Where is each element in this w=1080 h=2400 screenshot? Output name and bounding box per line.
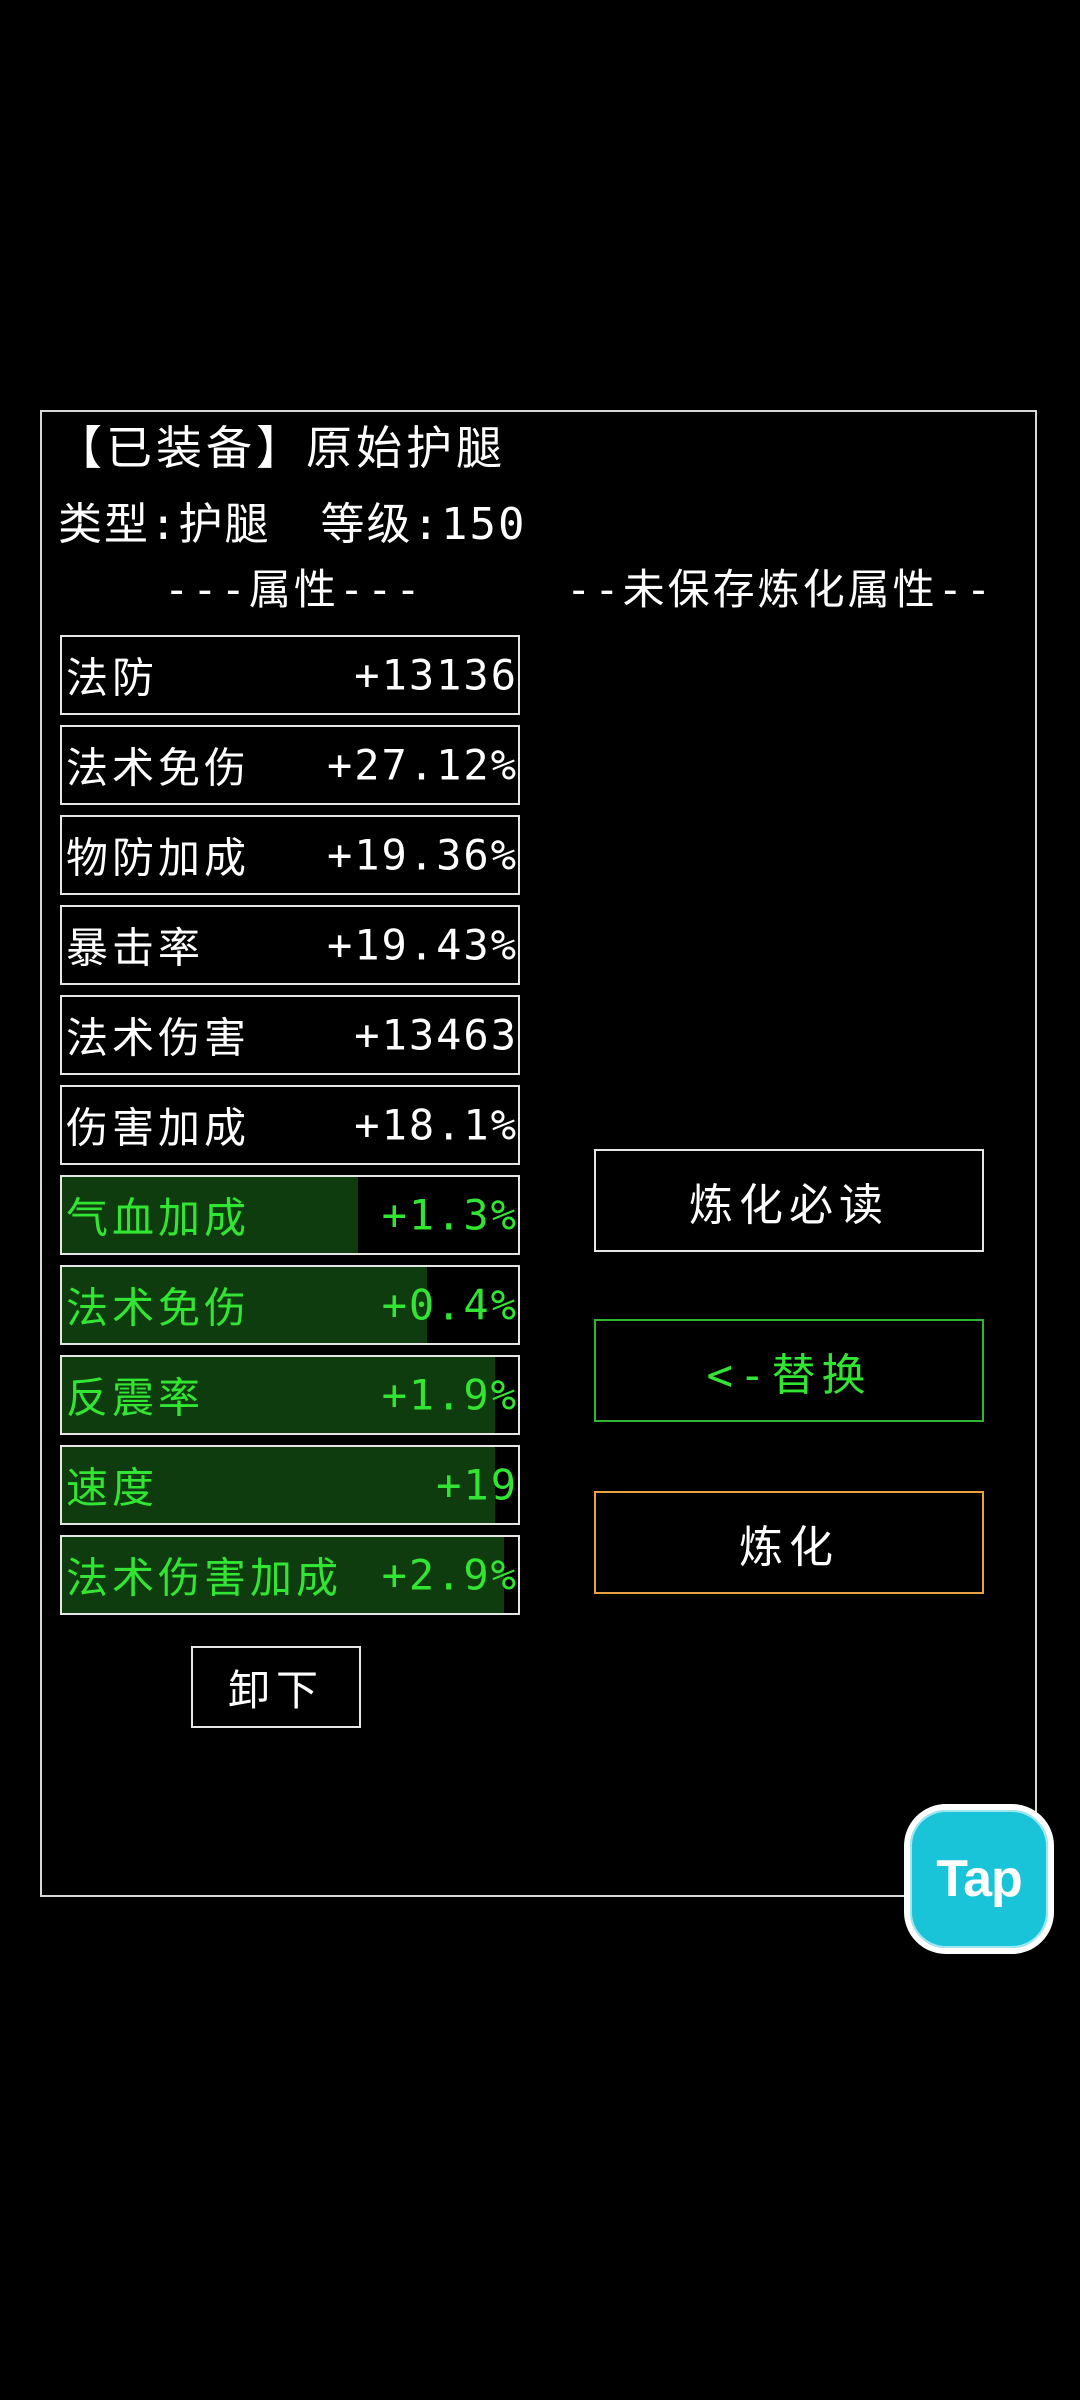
stat-list: 法防 +13136 法术免伤 +27.12% 物防加成 +19.36% 暴击率 … bbox=[60, 635, 520, 1625]
refine-stat-name: 反震率 bbox=[66, 1373, 205, 1423]
unsaved-refine-header: --未保存炼化属性-- bbox=[566, 565, 995, 614]
stat-value: +13136 bbox=[354, 650, 518, 700]
stat-name: 法术伤害 bbox=[66, 1013, 251, 1063]
stat-name: 法术免伤 bbox=[66, 743, 251, 793]
item-level: 等级:150 bbox=[320, 499, 527, 550]
refine-stat-value: +0.4% bbox=[381, 1280, 518, 1330]
stat-row: 法防 +13136 bbox=[60, 635, 520, 715]
refine-stat-name: 气血加成 bbox=[66, 1193, 251, 1243]
refine-stat-row: 速度 +19 bbox=[60, 1445, 520, 1525]
stat-value: +27.12% bbox=[326, 740, 518, 790]
item-info: 类型:护腿 等级:150 bbox=[58, 488, 526, 552]
tap-floating-button[interactable]: Tap bbox=[904, 1804, 1054, 1954]
refine-stat-row: 气血加成 +1.3% bbox=[60, 1175, 520, 1255]
stat-value: +18.1% bbox=[354, 1100, 518, 1150]
refine-stat-value: +2.9% bbox=[381, 1550, 518, 1600]
replace-button[interactable]: <-替换 bbox=[594, 1319, 984, 1422]
refine-stat-name: 法术免伤 bbox=[66, 1283, 251, 1333]
refine-stat-row: 反震率 +1.9% bbox=[60, 1355, 520, 1435]
tap-logo-icon: Tap bbox=[936, 1850, 1023, 1908]
stat-row: 法术免伤 +27.12% bbox=[60, 725, 520, 805]
stat-row: 暴击率 +19.43% bbox=[60, 905, 520, 985]
attributes-header: ---属性--- bbox=[164, 565, 424, 614]
stat-name: 伤害加成 bbox=[66, 1103, 251, 1153]
stat-value: +19.43% bbox=[326, 920, 518, 970]
refine-stat-value: +1.9% bbox=[381, 1370, 518, 1420]
stat-name: 暴击率 bbox=[66, 923, 205, 973]
stat-name: 物防加成 bbox=[66, 833, 251, 883]
refine-stat-value: +1.3% bbox=[381, 1190, 518, 1240]
refine-guide-button[interactable]: 炼化必读 bbox=[594, 1149, 984, 1252]
stat-name: 法防 bbox=[66, 653, 159, 703]
stat-row: 法术伤害 +13463 bbox=[60, 995, 520, 1075]
refine-stat-value: +19 bbox=[436, 1460, 518, 1510]
refine-stat-row: 法术伤害加成 +2.9% bbox=[60, 1535, 520, 1615]
refine-stat-name: 速度 bbox=[66, 1463, 159, 1513]
item-type: 类型:护腿 bbox=[58, 499, 271, 550]
unequip-button[interactable]: 卸下 bbox=[191, 1646, 361, 1728]
refine-stat-row: 法术免伤 +0.4% bbox=[60, 1265, 520, 1345]
stat-value: +13463 bbox=[354, 1010, 518, 1060]
refine-stat-name: 法术伤害加成 bbox=[66, 1553, 343, 1603]
item-title: 【已装备】原始护腿 bbox=[56, 421, 506, 475]
refine-button[interactable]: 炼化 bbox=[594, 1491, 984, 1594]
stat-value: +19.36% bbox=[326, 830, 518, 880]
stat-row: 伤害加成 +18.1% bbox=[60, 1085, 520, 1165]
stat-row: 物防加成 +19.36% bbox=[60, 815, 520, 895]
